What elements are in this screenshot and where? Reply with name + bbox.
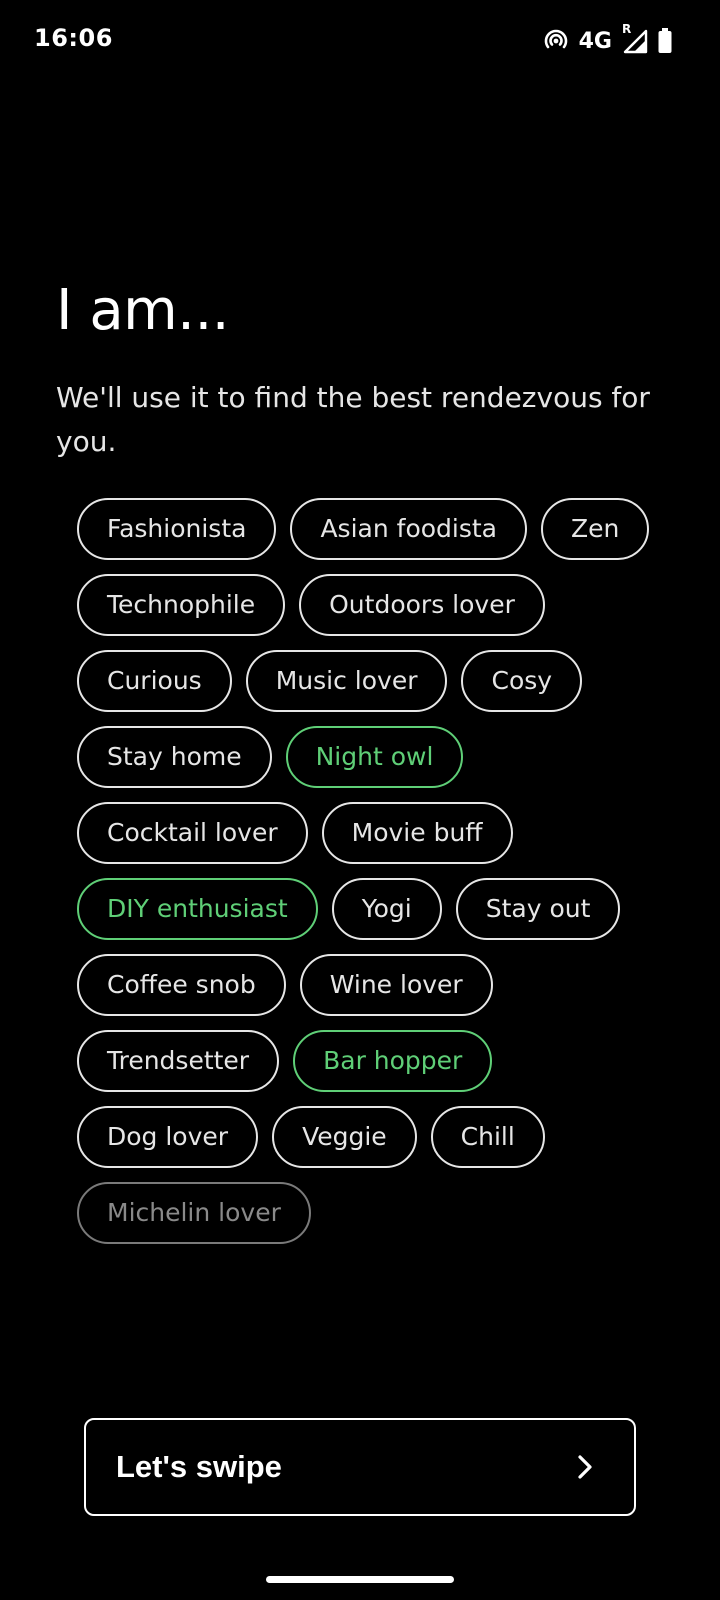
tag-yogi[interactable]: Yogi (331, 878, 442, 940)
tag-zen[interactable]: Zen (541, 498, 650, 560)
tag-chill[interactable]: Chill (430, 1106, 545, 1168)
tag-bar-hopper[interactable]: Bar hopper (293, 1030, 493, 1092)
tag-asian-foodista[interactable]: Asian foodista (290, 498, 527, 560)
roaming-indicator: R (622, 22, 632, 36)
status-bar: 16:06 4G R (0, 0, 720, 80)
tag-stay-out[interactable]: Stay out (455, 878, 621, 940)
tag-wine-lover[interactable]: Wine lover (299, 954, 493, 1016)
tag-trendsetter[interactable]: Trendsetter (77, 1030, 280, 1092)
tag-outdoors-lover[interactable]: Outdoors lover (299, 574, 545, 636)
tag-music-lover[interactable]: Music lover (245, 650, 448, 712)
tag-cosy[interactable]: Cosy (461, 650, 583, 712)
status-time: 16:06 (34, 24, 113, 52)
lets-swipe-label: Let's swipe (116, 1449, 282, 1484)
battery-icon (658, 28, 672, 54)
tag-diy-enthusiast[interactable]: DIY enthusiast (77, 878, 318, 940)
home-indicator[interactable] (266, 1576, 454, 1583)
tag-dog-lover[interactable]: Dog lover (77, 1106, 259, 1168)
network-type-label: 4G (578, 28, 612, 54)
page-subtitle: We'll use it to find the best rendezvous… (56, 381, 650, 458)
tag-curious[interactable]: Curious (77, 650, 232, 712)
lets-swipe-button[interactable]: Let's swipe (84, 1418, 636, 1516)
interest-tag-list: Fashionista Asian foodista Zen Technophile O… (77, 498, 677, 1244)
tag-movie-buff[interactable]: Movie buff (321, 802, 513, 864)
tag-night-owl[interactable]: Night owl (285, 726, 464, 788)
hotspot-icon (543, 28, 569, 54)
chevron-right-icon (576, 1453, 594, 1481)
tag-stay-home[interactable]: Stay home (77, 726, 272, 788)
tag-technophile[interactable]: Technophile (77, 574, 286, 636)
tag-fashionista[interactable]: Fashionista (77, 498, 277, 560)
page-title: I am... (56, 278, 230, 343)
tag-cocktail-lover[interactable]: Cocktail lover (77, 802, 308, 864)
tag-michelin-lover[interactable]: Michelin lover (77, 1182, 311, 1244)
signal-icon: R (622, 22, 648, 54)
tag-veggie[interactable]: Veggie (272, 1106, 417, 1168)
status-icons: 4G R (543, 22, 672, 56)
tag-coffee-snob[interactable]: Coffee snob (77, 954, 286, 1016)
